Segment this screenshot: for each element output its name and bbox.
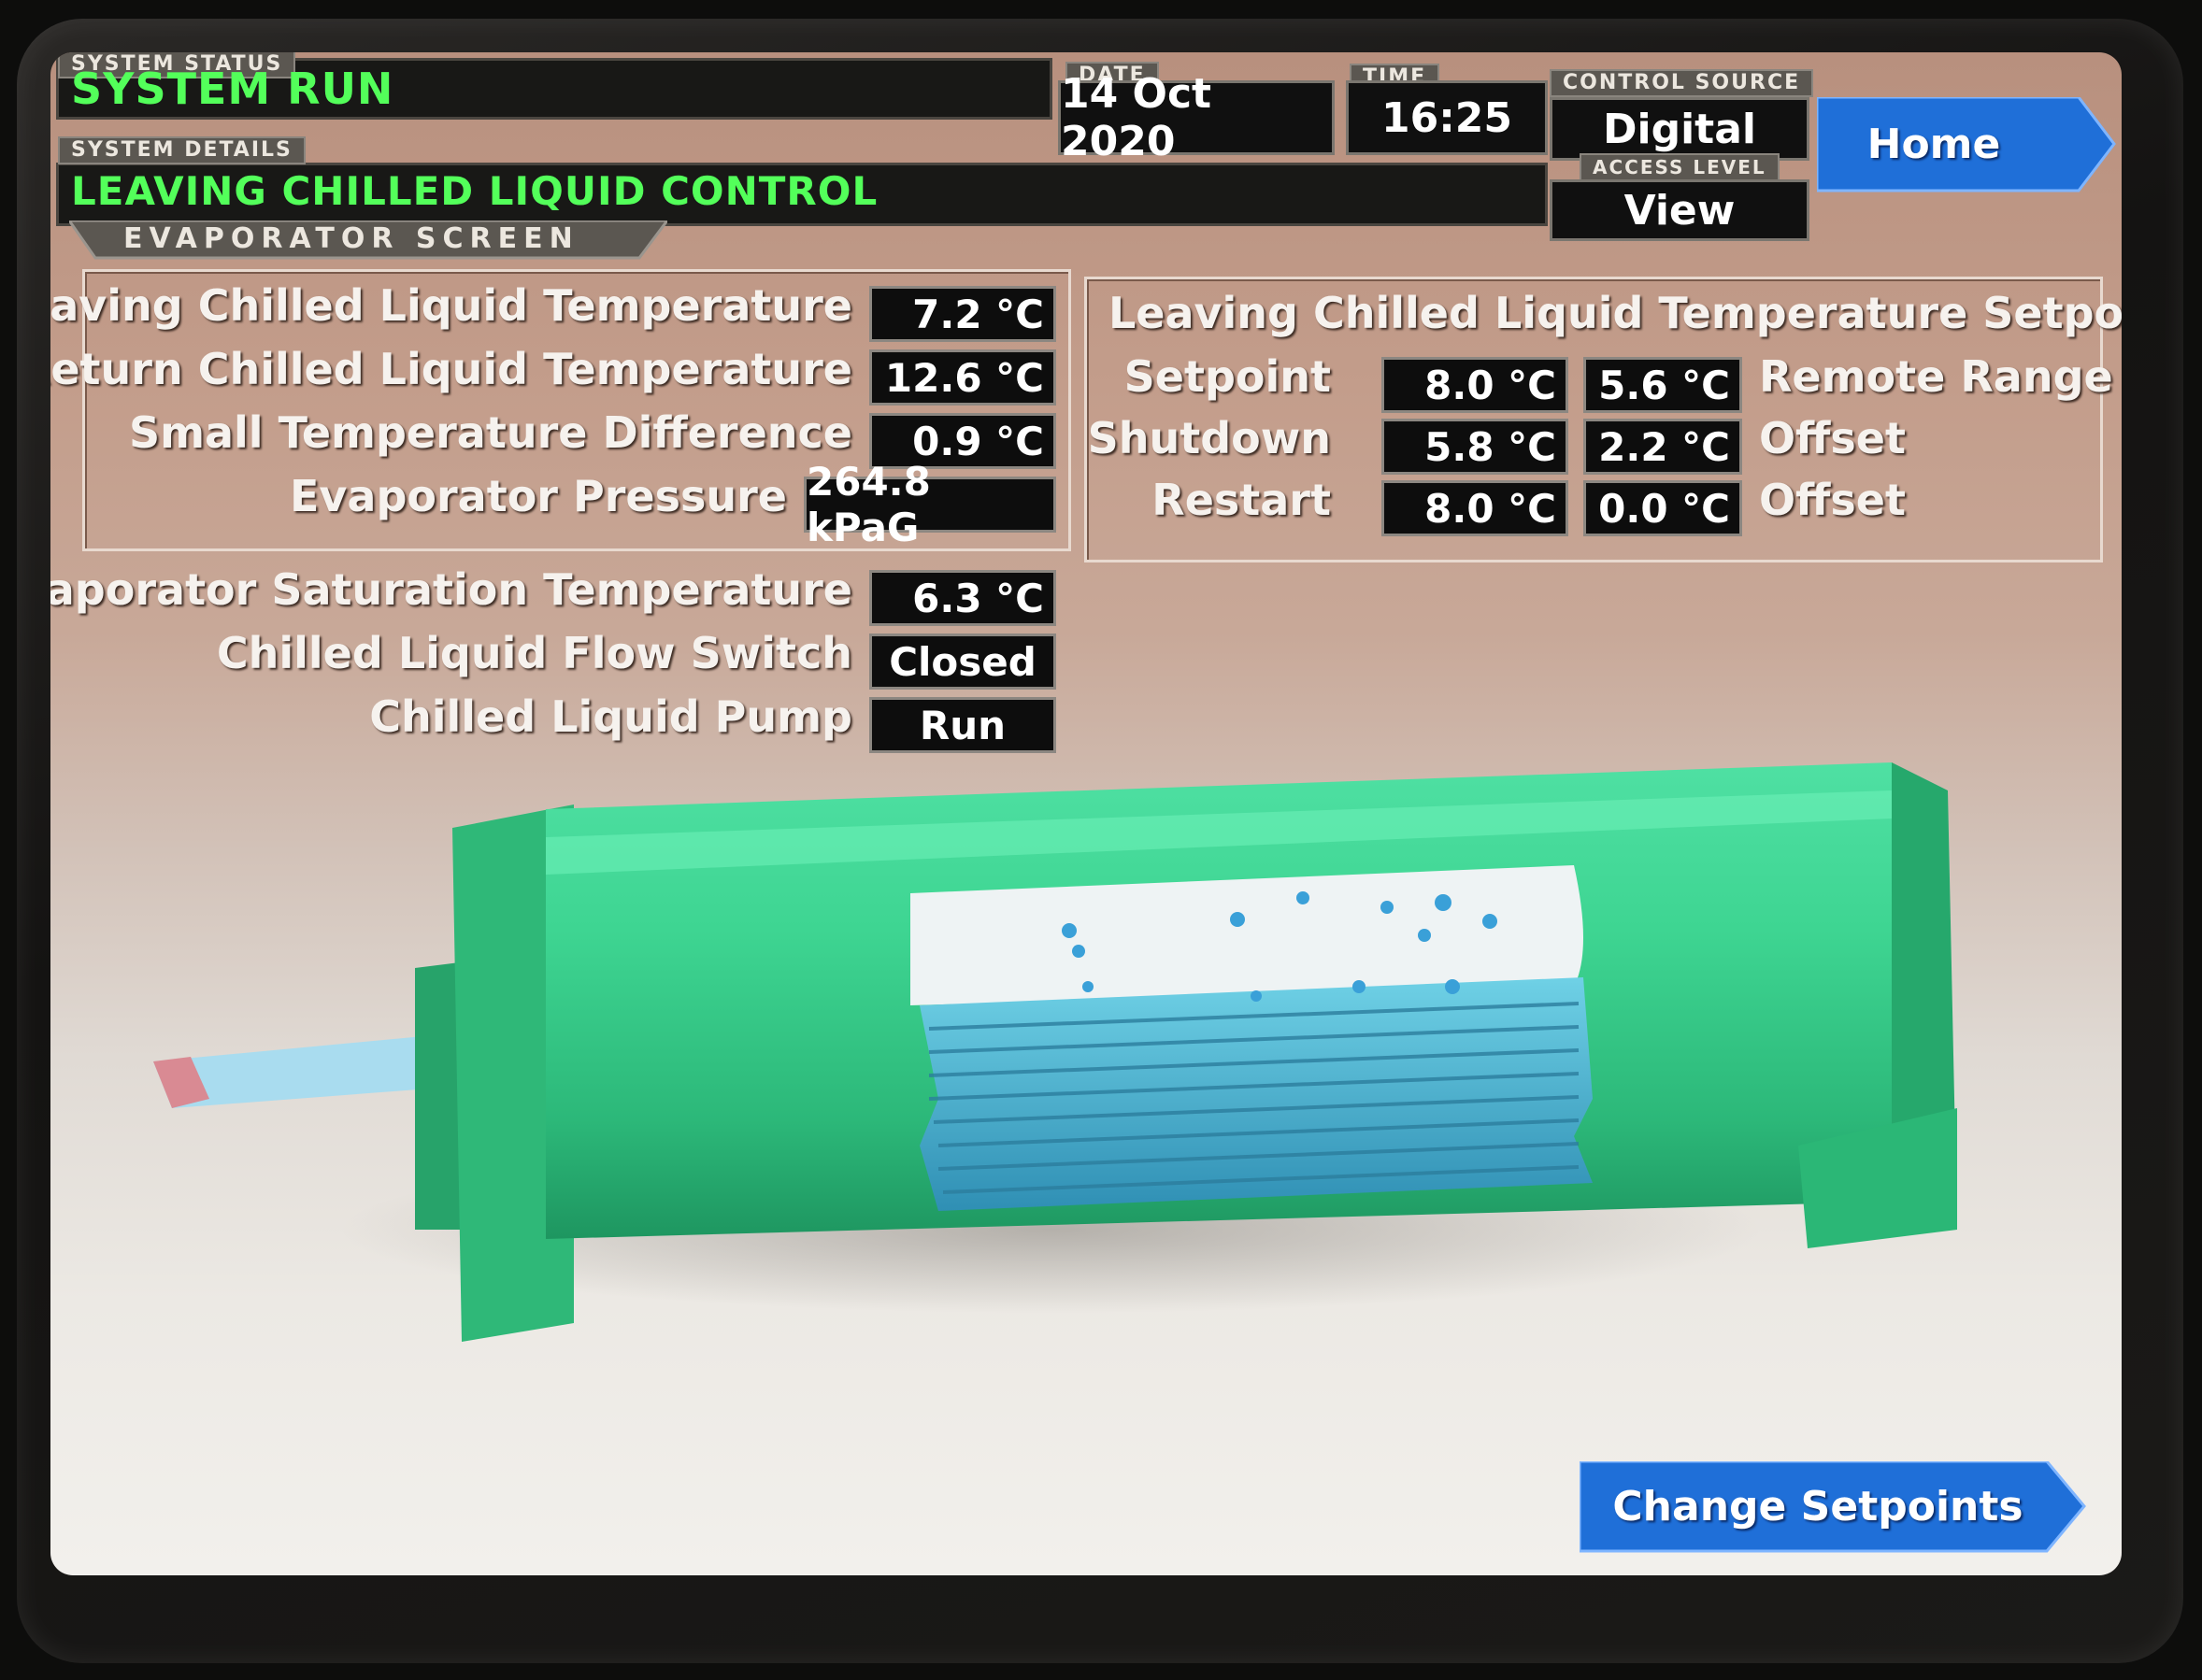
- remote-range-label: Remote Range: [1759, 351, 2113, 402]
- small-diff-label: Small Temperature Difference: [128, 407, 852, 458]
- control-source-value: Digital: [1550, 97, 1809, 161]
- shutdown-label: Shutdown: [1087, 413, 1331, 463]
- sat-temp-value: 6.3 °C: [869, 570, 1056, 626]
- return-temp-label: Return Chilled Liquid Temperature: [50, 344, 852, 394]
- flow-switch-value: Closed: [869, 634, 1056, 690]
- flow-switch-label: Chilled Liquid Flow Switch: [216, 628, 852, 678]
- return-temp-value: 12.6 °C: [869, 349, 1056, 406]
- evaporator-cutaway-illustration: [153, 762, 1957, 1342]
- screen-name: EVAPORATOR SCREEN: [123, 222, 579, 255]
- system-details-value: LEAVING CHILLED LIQUID CONTROL: [71, 168, 879, 214]
- restart-offset-label: Offset: [1759, 475, 1906, 525]
- access-level-value: View: [1550, 179, 1809, 241]
- restart-offset-value: 0.0 °C: [1583, 480, 1742, 536]
- restart-value: 8.0 °C: [1381, 480, 1568, 536]
- date-value: 14 Oct 2020: [1058, 70, 1335, 165]
- leaving-temp-label: Leaving Chilled Liquid Temperature: [50, 280, 852, 331]
- system-status-value: SYSTEM RUN: [71, 64, 394, 114]
- home-button[interactable]: Home: [1817, 97, 2051, 191]
- pressure-value: 264.8 kPaG: [804, 459, 1056, 550]
- time-value: 16:25: [1346, 80, 1548, 155]
- remote-range-value: 5.6 °C: [1583, 357, 1742, 413]
- shutdown-offset-label: Offset: [1759, 413, 1906, 463]
- change-setpoints-button[interactable]: Change Setpoints: [1580, 1461, 2056, 1551]
- setpoint-value: 8.0 °C: [1381, 357, 1568, 413]
- setpoints-title: Leaving Chilled Liquid Temperature Setpo…: [1108, 288, 2122, 338]
- hmi-screen: SYSTEM STATUS SYSTEM RUN SYSTEM DETAILS …: [50, 52, 2122, 1575]
- restart-label: Restart: [1151, 475, 1331, 525]
- leaving-temp-value: 7.2 °C: [869, 286, 1056, 342]
- shutdown-value: 5.8 °C: [1381, 419, 1568, 475]
- setpoint-label: Setpoint: [1123, 351, 1331, 402]
- sat-temp-label: Evaporator Saturation Temperature: [50, 564, 852, 615]
- pressure-label: Evaporator Pressure: [290, 471, 787, 521]
- control-source-label: CONTROL SOURCE: [1550, 69, 1814, 97]
- shutdown-offset-value: 2.2 °C: [1583, 419, 1742, 475]
- access-level-label: ACCESS LEVEL: [1580, 153, 1780, 181]
- system-details-label: SYSTEM DETAILS: [58, 136, 306, 164]
